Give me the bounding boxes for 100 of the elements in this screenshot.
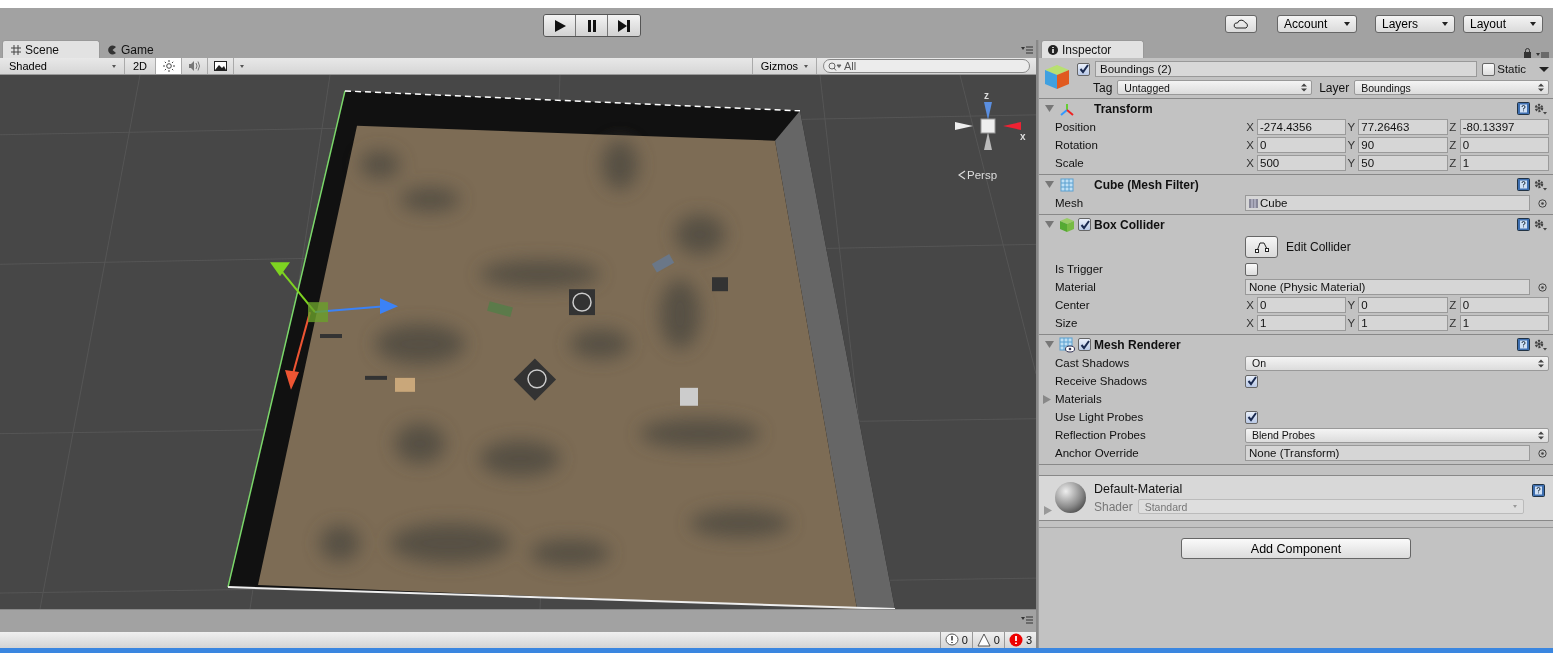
gear-icon[interactable]: [1533, 178, 1547, 191]
number-field[interactable]: 0: [1257, 297, 1347, 313]
property-label: Scale: [1055, 157, 1085, 169]
caret-icon[interactable]: [240, 64, 245, 68]
number-field[interactable]: 0: [1257, 137, 1347, 153]
number-field[interactable]: 90: [1358, 137, 1448, 153]
static-checkbox[interactable]: [1482, 62, 1496, 76]
account-dropdown[interactable]: Account: [1277, 15, 1357, 33]
sun-toggle[interactable]: [156, 58, 183, 74]
tag-dropdown[interactable]: Untagged: [1117, 80, 1313, 95]
axis-label: X: [1245, 157, 1255, 169]
layout-dropdown[interactable]: Layout: [1463, 15, 1543, 33]
foldout-icon[interactable]: [1045, 180, 1054, 189]
property-label: Use Light Probes: [1055, 411, 1145, 423]
object-field[interactable]: Cube: [1245, 195, 1530, 211]
active-checkbox[interactable]: [1077, 62, 1090, 76]
gear-icon[interactable]: [1533, 102, 1547, 115]
property-checkbox[interactable]: [1245, 262, 1258, 276]
edit-collider-label: Edit Collider: [1286, 240, 1351, 254]
axis-label: X: [1245, 317, 1255, 329]
axis-label: X: [1245, 121, 1255, 133]
enabled-checkbox[interactable]: [1078, 218, 1091, 231]
foldout-icon[interactable]: [1045, 104, 1054, 113]
search-field[interactable]: All: [823, 59, 1030, 73]
property-checkbox[interactable]: [1245, 410, 1258, 424]
number-field[interactable]: 500: [1257, 155, 1347, 171]
play-button[interactable]: [544, 15, 576, 36]
view-tab[interactable]: Scene: [2, 40, 100, 58]
sphere-icon: [1055, 482, 1086, 513]
axis-label: Y: [1346, 121, 1357, 133]
layer-label: Layer: [1318, 80, 1350, 95]
panel-menu-icon[interactable]: [1021, 616, 1033, 624]
projection-label[interactable]: Persp: [967, 169, 998, 181]
number-field[interactable]: -274.4356: [1257, 119, 1347, 135]
scene-orientation-gizmo[interactable]: z x: [948, 91, 1028, 157]
axis-label: Y: [1346, 299, 1357, 311]
grid-icon: [11, 44, 21, 55]
number-field[interactable]: 1: [1459, 155, 1549, 171]
play-icon: [552, 18, 567, 33]
number-field[interactable]: 0: [1358, 297, 1448, 313]
lock-menu-icon[interactable]: [1523, 48, 1549, 58]
caret-icon[interactable]: [1539, 66, 1549, 72]
edit-collider-button[interactable]: [1245, 236, 1278, 258]
tag-label: Tag: [1092, 80, 1113, 95]
object-picker-icon[interactable]: [1538, 198, 1547, 208]
layers-dropdown[interactable]: Layers: [1375, 15, 1455, 33]
property-label: Cast Shadows: [1055, 357, 1131, 369]
name-field[interactable]: Boundings (2): [1095, 61, 1478, 77]
help-icon[interactable]: [1532, 484, 1545, 497]
help-icon[interactable]: [1517, 338, 1530, 351]
number-field[interactable]: 50: [1358, 155, 1448, 171]
number-field[interactable]: 1: [1257, 315, 1347, 331]
panel-menu-icon[interactable]: [1021, 46, 1033, 54]
mesh-grid-icon: [1059, 176, 1075, 193]
object-field[interactable]: None (Transform): [1245, 445, 1530, 461]
number-field[interactable]: 77.26463: [1358, 119, 1448, 135]
object-field[interactable]: None (Physic Material): [1245, 279, 1530, 295]
object-picker-icon[interactable]: [1538, 282, 1547, 292]
shader-dropdown[interactable]: Standard: [1137, 499, 1524, 514]
add-component-button[interactable]: Add Component: [1181, 538, 1411, 559]
foldout-icon[interactable]: [1045, 220, 1054, 229]
property-checkbox[interactable]: [1245, 374, 1258, 388]
property-dropdown[interactable]: On: [1245, 355, 1549, 371]
axis-label: x: [1020, 131, 1026, 142]
axis-label: X: [1245, 299, 1255, 311]
help-icon[interactable]: [1517, 178, 1530, 191]
property-label: Reflection Probes: [1055, 429, 1147, 441]
inspector-tab[interactable]: Inspector: [1041, 40, 1144, 58]
help-icon[interactable]: [1517, 218, 1530, 231]
foldout-label[interactable]: Materials: [1055, 393, 1102, 405]
speaker-icon: [188, 60, 202, 72]
object-picker-icon[interactable]: [1538, 448, 1547, 458]
axis-label: Z: [1448, 299, 1458, 311]
search-icon: [828, 62, 842, 71]
number-field[interactable]: 0: [1459, 137, 1549, 153]
gear-icon[interactable]: [1533, 218, 1547, 231]
caret-icon: [804, 64, 808, 68]
view-tab[interactable]: Game: [100, 41, 196, 58]
caret-icon: [1442, 22, 1448, 26]
cloud-button[interactable]: [1225, 15, 1257, 33]
gizmos-dropdown[interactable]: Gizmos: [751, 58, 817, 74]
static-label: Static: [1497, 63, 1526, 75]
step-button[interactable]: [608, 15, 640, 36]
pause-button[interactable]: [576, 15, 608, 36]
help-icon[interactable]: [1517, 102, 1530, 115]
foldout-icon[interactable]: [1045, 340, 1054, 349]
axis-label: Y: [1346, 317, 1357, 329]
property-label: Mesh: [1055, 197, 1085, 209]
number-field[interactable]: 1: [1358, 315, 1448, 331]
caret-icon: [1530, 22, 1536, 26]
enabled-checkbox[interactable]: [1078, 338, 1091, 351]
number-field[interactable]: 1: [1459, 315, 1549, 331]
number-field[interactable]: -80.13397: [1459, 119, 1549, 135]
property-dropdown[interactable]: Blend Probes: [1245, 427, 1549, 443]
number-field[interactable]: 0: [1459, 297, 1549, 313]
mesh-icon: [1249, 198, 1258, 208]
property-label: Anchor Override: [1055, 447, 1140, 459]
draw-mode-dropdown[interactable]: Shaded: [0, 58, 125, 74]
layer-dropdown[interactable]: Boundings: [1354, 80, 1549, 95]
gear-icon[interactable]: [1533, 338, 1547, 351]
